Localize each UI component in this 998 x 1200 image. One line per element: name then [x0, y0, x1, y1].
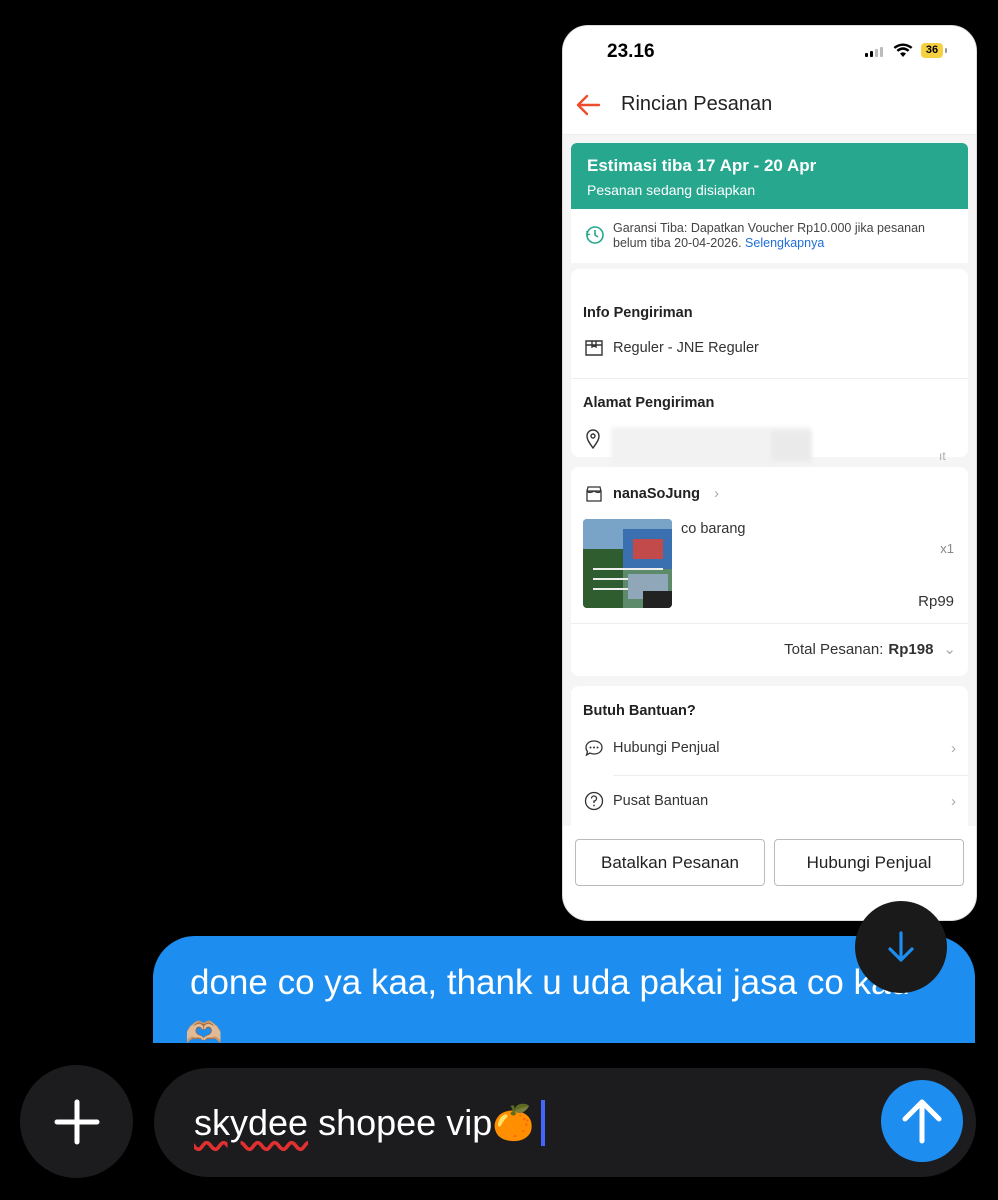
help-card: Butuh Bantuan? Hubungi Penjual › Pusat B… [571, 686, 968, 826]
app-bar: Rincian Pesanan [563, 78, 976, 135]
product-thumbnail[interactable] [583, 519, 672, 608]
delivery-estimate-banner: Estimasi tiba 17 Apr - 20 Apr Pesanan se… [571, 143, 968, 209]
address-label: Alamat Pengiriman [583, 395, 715, 411]
chevron-right-icon: › [951, 739, 956, 757]
product-name: co barang [681, 521, 746, 537]
arrow-up-icon [902, 1099, 942, 1144]
shop-icon [583, 485, 605, 502]
guarantee-link[interactable]: Selengkapnya [745, 236, 824, 250]
order-item-card: nanaSoJung › co barang x1 Rp99 Total Pes… [571, 467, 968, 676]
status-time: 23.16 [607, 41, 655, 62]
help-label: Butuh Bantuan? [583, 703, 696, 719]
misspelled-word: skydee [194, 1102, 309, 1143]
chevron-right-icon: › [951, 792, 956, 810]
battery-icon: 36 [921, 43, 947, 58]
text-cursor [540, 1100, 545, 1146]
shop-row[interactable]: nanaSoJung › [583, 485, 956, 502]
estimate-headline: Estimasi tiba 17 Apr - 20 Apr [587, 156, 817, 175]
cancel-order-button[interactable]: Batalkan Pesanan [575, 839, 765, 886]
shop-name: nanaSoJung [613, 485, 701, 502]
help-center-text: Pusat Bantuan [613, 793, 709, 809]
message-text: done co ya kaa, thank u uda pakai jasa c… [190, 963, 910, 1002]
question-circle-icon [583, 791, 605, 811]
order-total-value: Rp198 [888, 640, 934, 658]
shipping-service-text: Reguler - JNE Reguler [613, 340, 759, 356]
message-emoji: 🫶🏼 [185, 1017, 223, 1043]
scroll-down-button[interactable] [855, 901, 947, 993]
chat-bubble-icon [583, 739, 605, 757]
input-emoji: 🍊 [492, 1104, 535, 1142]
address-fragment: ıt [939, 449, 946, 463]
status-bar: 23.16 36 [563, 26, 976, 78]
arrow-down-icon [888, 931, 914, 962]
shipping-info-label: Info Pengiriman [583, 305, 693, 321]
guarantee-text: Garansi Tiba: Dapatkan Voucher Rp10.000 … [613, 221, 926, 250]
send-button[interactable] [881, 1080, 963, 1162]
shipping-service[interactable]: Reguler - JNE Reguler [583, 339, 956, 357]
order-status: Pesanan sedang disiapkan [587, 182, 756, 198]
order-total-label: Total Pesanan: [784, 640, 884, 658]
message-input-text: skydee shopee vip 🍊 [194, 1100, 545, 1146]
order-screenshot: 23.16 36 Rincian Pesanan Estimasi tiba 1… [562, 25, 977, 921]
package-icon [583, 339, 605, 357]
back-arrow-icon[interactable] [575, 92, 601, 118]
contact-seller-row[interactable]: Hubungi Penjual › [583, 739, 956, 757]
product-price: Rp99 [918, 593, 954, 610]
guarantee-notice: Garansi Tiba: Dapatkan Voucher Rp10.000 … [571, 209, 968, 263]
signal-icon [865, 47, 883, 57]
divider [571, 378, 968, 379]
shipping-card: Info Pengiriman Reguler - JNE Reguler Al… [571, 269, 968, 467]
clock-guarantee-icon [586, 226, 604, 244]
add-attachment-button[interactable] [20, 1065, 133, 1178]
wifi-icon [893, 43, 913, 57]
product-quantity: x1 [940, 541, 954, 556]
redacted-address-part [771, 431, 811, 461]
message-input[interactable]: skydee shopee vip 🍊 [154, 1068, 976, 1177]
divider [613, 775, 968, 776]
location-pin-icon [585, 429, 601, 454]
divider [571, 623, 968, 624]
contact-seller-text: Hubungi Penjual [613, 740, 720, 756]
plus-icon [54, 1099, 99, 1144]
input-text-rest: shopee vip [308, 1102, 493, 1143]
contact-seller-button[interactable]: Hubungi Penjual [774, 839, 964, 886]
help-center-row[interactable]: Pusat Bantuan › [583, 791, 956, 811]
page-title: Rincian Pesanan [621, 93, 773, 115]
message-bubble[interactable]: done co ya kaa, thank u uda pakai jasa c… [153, 936, 975, 1043]
chevron-right-icon: › [714, 485, 720, 502]
chevron-down-icon: ⌄ [943, 641, 956, 658]
order-total[interactable]: Total Pesanan: Rp198 ⌄ [784, 640, 956, 659]
